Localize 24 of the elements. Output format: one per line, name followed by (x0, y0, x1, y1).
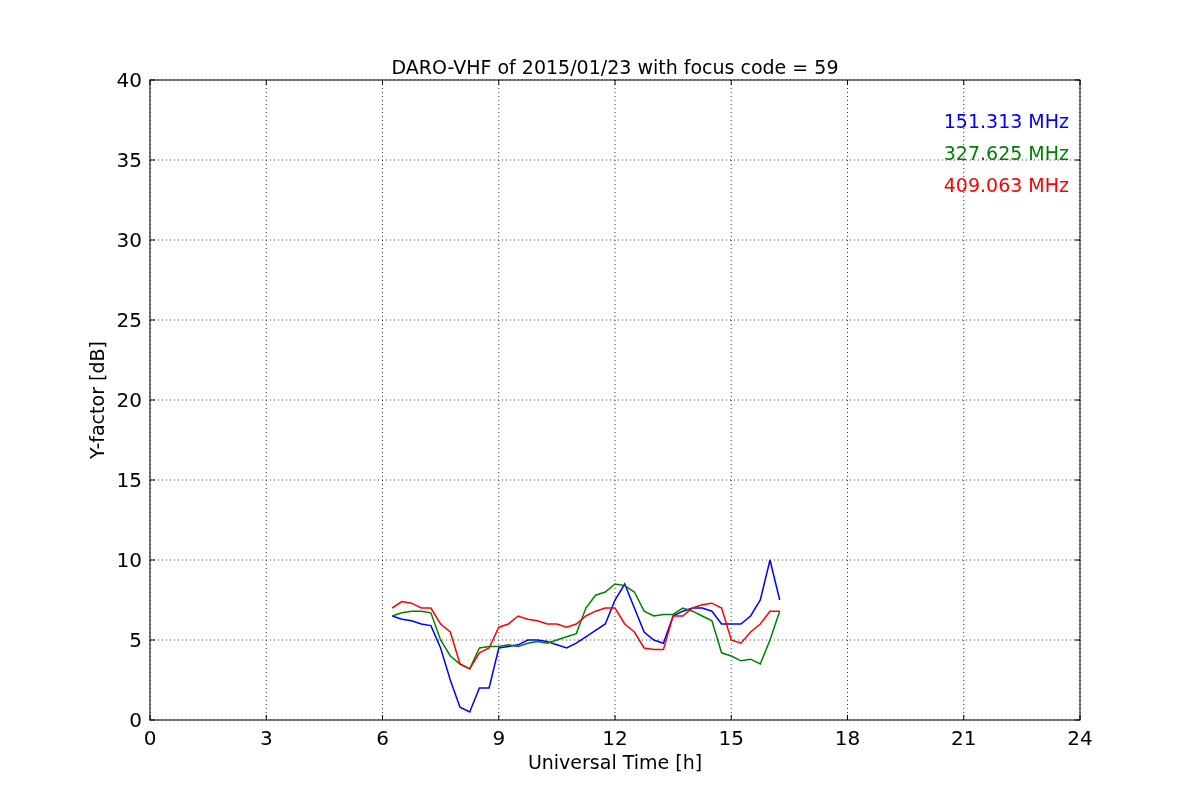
x-tick-label: 21 (951, 726, 977, 750)
y-tick-label: 0 (129, 708, 142, 732)
x-tick-label: 9 (492, 726, 506, 750)
y-tick-label: 5 (129, 628, 142, 652)
x-tick-label: 12 (602, 726, 628, 750)
y-tick-label: 25 (116, 308, 142, 332)
y-axis-label: Y-factor [dB] (86, 341, 108, 459)
y-tick-label: 10 (116, 548, 142, 572)
x-tick-label: 15 (718, 726, 744, 750)
y-tick-label: 15 (116, 468, 142, 492)
x-tick-label: 24 (1067, 726, 1093, 750)
chart-title: DARO-VHF of 2015/01/23 with focus code = 59 (391, 56, 839, 78)
x-tick-label: 0 (143, 726, 157, 750)
y-tick-label: 20 (116, 388, 142, 412)
x-tick-label: 6 (376, 726, 389, 750)
y-tick-label: 30 (116, 228, 142, 252)
legend-label: 409.063 MHz (943, 174, 1069, 196)
x-tick-label: 18 (834, 726, 861, 750)
legend-label: 151.313 MHz (943, 110, 1069, 132)
y-tick-label: 35 (116, 148, 142, 172)
x-tick-label: 3 (259, 726, 273, 750)
legend-label: 327.625 MHz (943, 142, 1069, 164)
x-axis-label: Universal Time [h] (527, 751, 703, 773)
y-tick-label: 40 (116, 68, 142, 92)
